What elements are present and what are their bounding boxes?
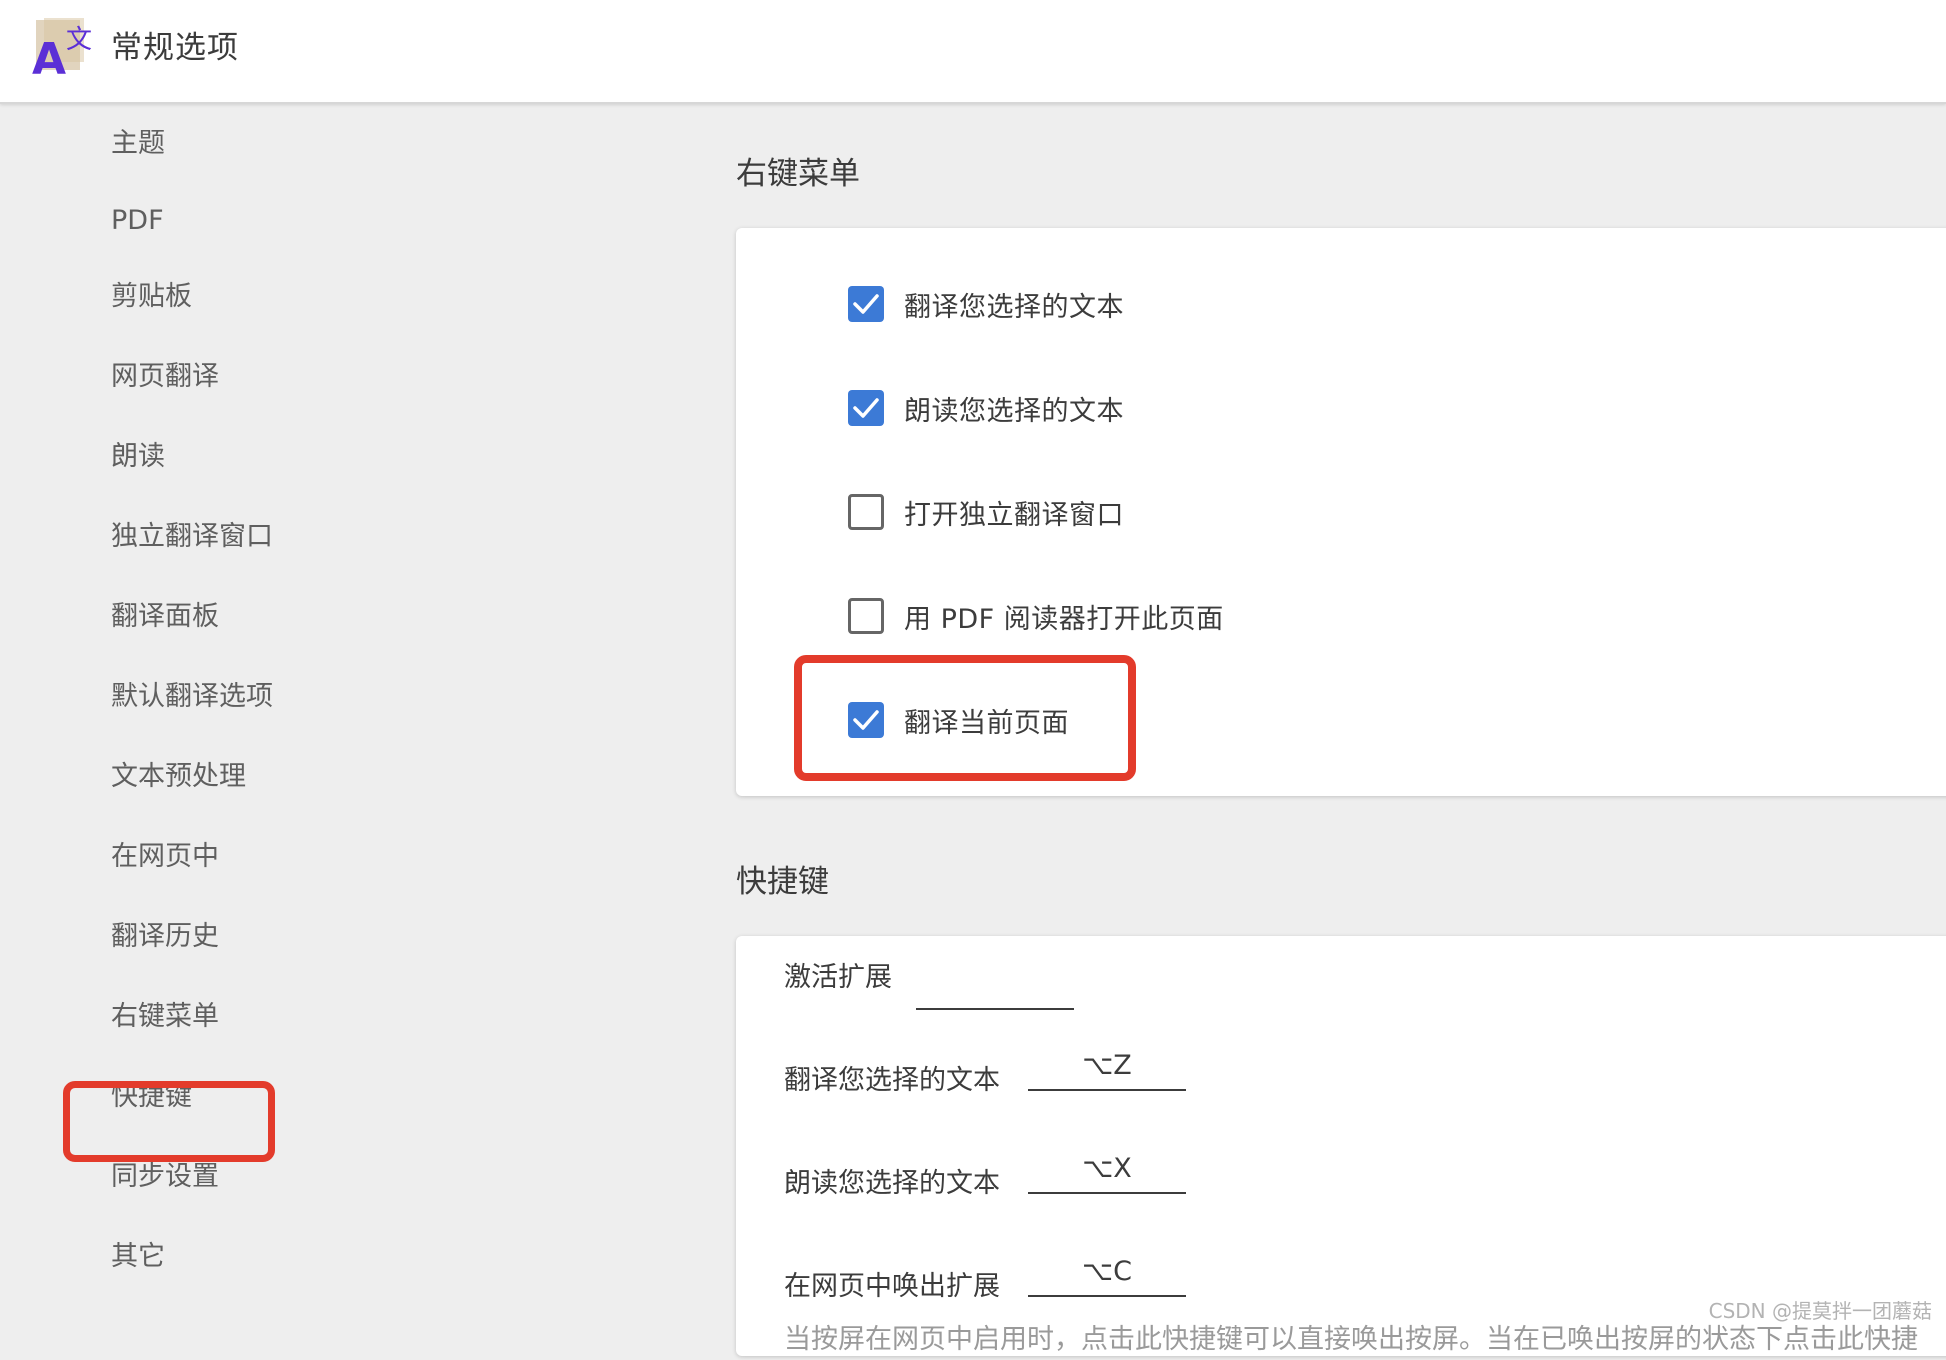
top-bar: A 文 常规选项: [0, 0, 1946, 104]
option-label: 打开独立翻译窗口: [904, 499, 1124, 531]
option-open-in-pdf-reader[interactable]: 用 PDF 阅读器打开此页面: [848, 596, 1224, 636]
context-menu-section-title: 右键菜单: [736, 156, 860, 192]
shortcut-label: 翻译您选择的文本: [784, 1065, 1000, 1096]
shortcut-input[interactable]: ⌥Z: [1028, 1049, 1186, 1091]
sidebar-item-clipboard[interactable]: 剪贴板: [111, 277, 192, 317]
option-label: 翻译您选择的文本: [904, 291, 1124, 323]
sidebar-item-preprocess[interactable]: 文本预处理: [111, 757, 246, 797]
shortcut-input[interactable]: ⌥X: [1028, 1152, 1186, 1194]
shortcut-input[interactable]: [916, 968, 1074, 1010]
shortcuts-section-title: 快捷键: [736, 864, 829, 900]
translate-logo-icon: A 文: [30, 18, 92, 85]
option-open-standalone-window[interactable]: 打开独立翻译窗口: [848, 492, 1124, 532]
sidebar-highlight-annotation: [63, 1081, 275, 1162]
sidebar-item-other[interactable]: 其它: [111, 1237, 165, 1277]
shortcut-description: 当按屏在网页中启用时，点击此快捷键可以直接唤出按屏。当在已唤出按屏的状态下点击此…: [784, 1324, 1918, 1355]
shortcut-label: 朗读您选择的文本: [784, 1168, 1000, 1199]
sidebar-item-default-options[interactable]: 默认翻译选项: [111, 677, 273, 717]
sidebar-item-read-aloud[interactable]: 朗读: [111, 437, 165, 477]
sidebar-nav: 主题 PDF 剪贴板 网页翻译 朗读 独立翻译窗口 翻译面板 默认翻译选项 文本…: [0, 104, 700, 1330]
option-read-selection[interactable]: 朗读您选择的文本: [848, 388, 1124, 428]
checkbox-unchecked-icon[interactable]: [848, 494, 884, 530]
sidebar-item-in-page[interactable]: 在网页中: [111, 837, 219, 877]
context-menu-card: 翻译您选择的文本 朗读您选择的文本 打开独立翻译窗口 用 PDF 阅读器打开此页…: [736, 228, 1946, 796]
option-translate-selection[interactable]: 翻译您选择的文本: [848, 284, 1124, 324]
shortcut-input[interactable]: ⌥C: [1028, 1255, 1186, 1297]
svg-text:A: A: [32, 34, 66, 76]
sidebar-item-sync[interactable]: 同步设置: [111, 1157, 219, 1197]
sidebar-item-web-translate[interactable]: 网页翻译: [111, 357, 219, 397]
sidebar-item-translate-panel[interactable]: 翻译面板: [111, 597, 219, 637]
sidebar-item-standalone-window[interactable]: 独立翻译窗口: [111, 517, 273, 557]
sidebar-item-history[interactable]: 翻译历史: [111, 917, 219, 957]
sidebar-item-theme[interactable]: 主题: [111, 124, 165, 164]
watermark: CSDN @提莫拌一团蘑菇: [1708, 1299, 1932, 1323]
checkbox-checked-icon[interactable]: [848, 286, 884, 322]
sidebar-item-context-menu[interactable]: 右键菜单: [111, 997, 219, 1037]
checkbox-checked-icon[interactable]: [848, 390, 884, 426]
sidebar-item-pdf[interactable]: PDF: [111, 201, 164, 241]
option-highlight-annotation: [794, 655, 1136, 781]
page-title: 常规选项: [111, 30, 239, 66]
option-label: 朗读您选择的文本: [904, 395, 1124, 427]
option-label: 用 PDF 阅读器打开此页面: [904, 603, 1224, 635]
shortcuts-card: 激活扩展 翻译您选择的文本 ⌥Z 朗读您选择的文本 ⌥X 在网页中唤出扩展 ⌥C…: [736, 936, 1946, 1356]
shortcut-label: 激活扩展: [784, 962, 892, 993]
svg-text:文: 文: [66, 25, 92, 55]
shortcut-label: 在网页中唤出扩展: [784, 1271, 1000, 1302]
checkbox-unchecked-icon[interactable]: [848, 598, 884, 634]
